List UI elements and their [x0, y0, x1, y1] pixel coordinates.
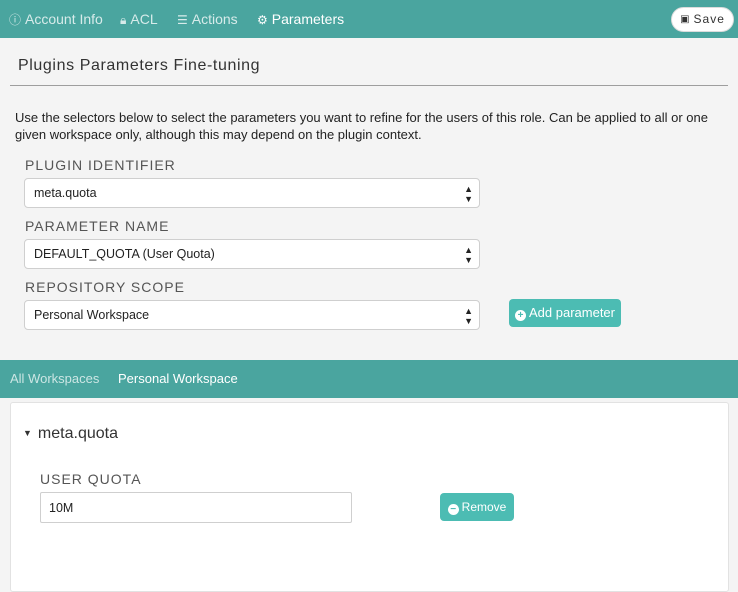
- section-title: Plugins Parameters Fine-tuning: [18, 57, 261, 74]
- user-quota-label: USER QUOTA: [40, 471, 142, 487]
- user-quota-input[interactable]: [40, 492, 352, 523]
- parameter-name-label: PARAMETER NAME: [25, 218, 170, 234]
- tab-label: Parameters: [271, 11, 345, 27]
- info-circle-icon: ⓘ: [9, 13, 22, 27]
- select-value: DEFAULT_QUOTA (User Quota): [34, 247, 215, 261]
- remove-button[interactable]: − Remove: [440, 493, 514, 521]
- add-parameter-button[interactable]: + Add parameter: [509, 299, 621, 327]
- minus-circle-icon: −: [447, 504, 459, 515]
- tab-acl[interactable]: 🔒︎ ACL: [120, 0, 158, 38]
- add-parameter-label: Add parameter: [529, 305, 615, 320]
- select-arrows-icon: ▲ ▼: [464, 245, 473, 265]
- tab-account-info[interactable]: ⓘ Account Info: [9, 0, 103, 38]
- select-value: meta.quota: [34, 186, 97, 200]
- lock-icon: 🔒︎: [120, 13, 127, 27]
- save-button[interactable]: ▣ Save: [671, 7, 734, 32]
- tab-personal-workspace[interactable]: Personal Workspace: [118, 360, 238, 398]
- plugin-identifier-select[interactable]: meta.quota ▲ ▼: [24, 178, 480, 208]
- tab-label: Account Info: [25, 11, 103, 27]
- floppy-disk-icon: ▣: [680, 14, 691, 25]
- tab-parameters[interactable]: ⚙ Parameters: [257, 0, 344, 38]
- parameter-name-select[interactable]: DEFAULT_QUOTA (User Quota) ▲ ▼: [24, 239, 480, 269]
- repository-scope-label: REPOSITORY SCOPE: [25, 279, 185, 295]
- tab-label: Actions: [191, 11, 238, 27]
- select-arrows-icon: ▲ ▼: [464, 184, 473, 204]
- plugin-section-title: meta.quota: [37, 425, 118, 442]
- title-divider: [10, 85, 728, 86]
- save-label: Save: [693, 12, 725, 26]
- top-nav-bar: ⓘ Account Info 🔒︎ ACL ☰ Actions ⚙ Parameters…: [0, 0, 738, 38]
- workspace-tab-bar: All Workspaces Personal Workspace: [0, 360, 738, 398]
- plus-circle-icon: +: [515, 310, 526, 321]
- plugin-identifier-label: PLUGIN IDENTIFIER: [25, 157, 176, 173]
- select-arrows-icon: ▲ ▼: [464, 306, 473, 326]
- repository-scope-select[interactable]: Personal Workspace ▲ ▼: [24, 300, 480, 330]
- select-value: Personal Workspace: [34, 308, 150, 322]
- bars-icon: ☰: [177, 13, 188, 27]
- tab-all-workspaces[interactable]: All Workspaces: [10, 360, 99, 398]
- remove-label: Remove: [461, 500, 507, 514]
- gear-icon: ⚙: [257, 13, 268, 27]
- plugin-section-toggle[interactable]: ▼ meta.quota: [23, 425, 118, 443]
- tab-label: ACL: [130, 11, 158, 27]
- intro-text: Use the selectors below to select the pa…: [15, 110, 708, 142]
- caret-down-icon: ▼: [23, 428, 32, 438]
- tab-actions[interactable]: ☰ Actions: [177, 0, 238, 38]
